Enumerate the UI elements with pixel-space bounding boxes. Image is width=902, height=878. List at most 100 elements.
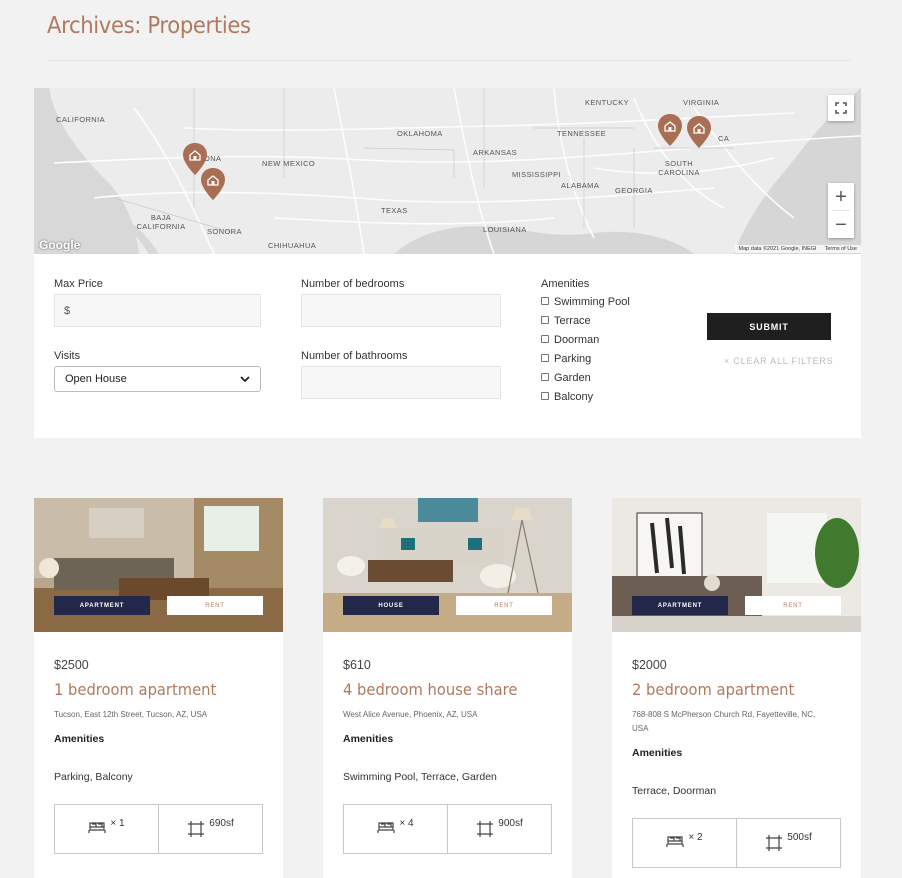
zoom-in-button[interactable]: +	[828, 183, 854, 210]
map-pin-icon[interactable]	[201, 168, 225, 200]
property-address: Tucson, East 12th Street, Tucson, AZ, US…	[54, 710, 208, 719]
bed-icon	[88, 822, 107, 833]
map-label-louisiana: LOUISIANA	[483, 225, 527, 234]
visits-select[interactable]: Open House	[54, 366, 261, 392]
property-price: $610	[343, 658, 371, 672]
clear-filters-link[interactable]: × CLEAR ALL FILTERS	[724, 356, 834, 366]
checkbox[interactable]	[541, 391, 549, 400]
amenities-heading: Amenities	[632, 747, 683, 759]
property-status-badge[interactable]: RENT	[167, 596, 263, 615]
area-stat: 500sf	[736, 819, 840, 867]
fullscreen-icon	[835, 102, 847, 114]
area-size: 900sf	[498, 818, 523, 829]
property-address: 768-808 S McPherson Church Rd, Fayettevi…	[632, 710, 816, 733]
property-map[interactable]: CALIFORNIA NEW MEXICO OKLAHOMA ARKANSAS …	[34, 88, 861, 254]
fullscreen-button[interactable]	[828, 95, 854, 121]
area-icon	[766, 835, 783, 851]
max-price-input[interactable]: $	[54, 294, 261, 327]
checkbox-label: Doorman	[554, 334, 600, 346]
bed-icon	[377, 822, 396, 833]
amenity-checkbox-swimming-pool[interactable]: Swimming Pool	[541, 296, 630, 308]
property-price: $2000	[632, 658, 667, 672]
checkbox[interactable]	[541, 353, 549, 362]
area-icon	[477, 821, 494, 837]
property-price: $2500	[54, 658, 89, 672]
map-label-chihuahua: CHIHUAHUA	[268, 241, 317, 250]
checkbox-label: Terrace	[554, 315, 591, 327]
property-stats: × 2 500sf	[632, 818, 841, 868]
area-icon	[188, 821, 205, 837]
map-pin-icon[interactable]	[687, 116, 711, 148]
property-type-badge[interactable]: APARTMENT	[632, 596, 728, 615]
property-stats: × 1 690sf	[54, 804, 263, 854]
map-data-credit: Map data ©2021 Google, INEGI	[738, 246, 817, 252]
amenities-list: Parking, Balcony	[54, 771, 133, 783]
property-title[interactable]: 1 bedroom apartment	[54, 680, 216, 699]
bedrooms-count: × 4	[399, 818, 414, 829]
amenity-checkbox-garden[interactable]: Garden	[541, 372, 591, 384]
checkbox-label: Parking	[554, 353, 592, 365]
bedrooms-count: × 1	[110, 818, 125, 829]
map-label-alabama: ALABAMA	[561, 181, 600, 190]
map-label-tennessee: TENNESSEE	[557, 129, 607, 138]
property-card[interactable]: HOUSE RENT $610 4 bedroom house share We…	[323, 498, 572, 878]
area-size: 500sf	[787, 832, 812, 843]
property-type-badge[interactable]: APARTMENT	[54, 596, 150, 615]
checkbox[interactable]	[541, 315, 549, 324]
checkbox-label: Swimming Pool	[554, 296, 630, 308]
property-photo[interactable]: APARTMENT RENT	[612, 498, 861, 632]
amenity-checkbox-doorman[interactable]: Doorman	[541, 334, 599, 346]
submit-button[interactable]: SUBMIT	[707, 313, 831, 340]
amenities-list: Terrace, Doorman	[632, 785, 717, 797]
property-photo[interactable]: HOUSE RENT	[323, 498, 572, 632]
zoom-controls: + −	[828, 183, 854, 238]
property-card[interactable]: APARTMENT RENT $2000 2 bedroom apartment…	[612, 498, 861, 878]
checkbox[interactable]	[541, 372, 549, 381]
map-label-kentucky: KENTUCKY	[585, 98, 630, 107]
property-photo[interactable]: APARTMENT RENT	[34, 498, 283, 632]
page-title: Archives: Properties	[47, 13, 251, 39]
bedrooms-input[interactable]	[301, 294, 501, 327]
map-label-baja-california: BAJA CALIFORNIA	[136, 213, 186, 231]
map-label-mississippi: MISSISSIPPI	[512, 170, 561, 179]
map-label-virginia: VIRGINIA	[683, 98, 720, 107]
property-type-badge[interactable]: HOUSE	[343, 596, 439, 615]
map-label-new-mexico: NEW MEXICO	[262, 159, 316, 168]
amenities-list: Swimming Pool, Terrace, Garden	[343, 771, 497, 783]
map-label-south-carolina: SOUTH CAROLINA	[658, 159, 700, 177]
map-label-carolina-partial: CA	[718, 134, 730, 143]
property-title[interactable]: 2 bedroom apartment	[632, 680, 794, 699]
terms-link[interactable]: Terms of Use	[825, 246, 857, 252]
title-divider	[47, 60, 851, 61]
bed-icon	[666, 836, 685, 847]
area-size: 690sf	[209, 818, 234, 829]
property-title[interactable]: 4 bedroom house share	[343, 680, 517, 699]
map-label-texas: TEXAS	[381, 206, 408, 215]
area-stat: 690sf	[158, 805, 262, 853]
map-label-sonora: SONORA	[207, 227, 242, 236]
property-card[interactable]: APARTMENT RENT $2500 1 bedroom apartment…	[34, 498, 283, 878]
checkbox[interactable]	[541, 296, 549, 305]
checkbox[interactable]	[541, 334, 549, 343]
amenities-label: Amenities	[541, 278, 590, 290]
visits-selected-value: Open House	[65, 373, 127, 385]
filter-panel: Max Price $ Visits Open House Number of …	[34, 254, 861, 438]
bathrooms-input[interactable]	[301, 366, 501, 399]
property-stats: × 4 900sf	[343, 804, 552, 854]
property-status-badge[interactable]: RENT	[745, 596, 841, 615]
bedrooms-stat: × 2	[633, 819, 736, 867]
map-pin-icon[interactable]	[658, 114, 682, 146]
amenity-checkbox-terrace[interactable]: Terrace	[541, 315, 591, 327]
zoom-out-button[interactable]: −	[828, 211, 854, 238]
bedrooms-label: Number of bedrooms	[301, 278, 405, 290]
chevron-down-icon	[240, 376, 250, 383]
property-status-badge[interactable]: RENT	[456, 596, 552, 615]
map-label-oklahoma: OKLAHOMA	[397, 129, 443, 138]
max-price-label: Max Price	[54, 278, 103, 290]
amenity-checkbox-balcony[interactable]: Balcony	[541, 391, 593, 403]
amenity-checkbox-parking[interactable]: Parking	[541, 353, 591, 365]
checkbox-label: Garden	[554, 372, 591, 384]
amenities-heading: Amenities	[54, 733, 105, 745]
google-logo: Google	[39, 238, 81, 252]
map-attribution: Map data ©2021 Google, INEGI Terms of Us…	[734, 245, 861, 253]
